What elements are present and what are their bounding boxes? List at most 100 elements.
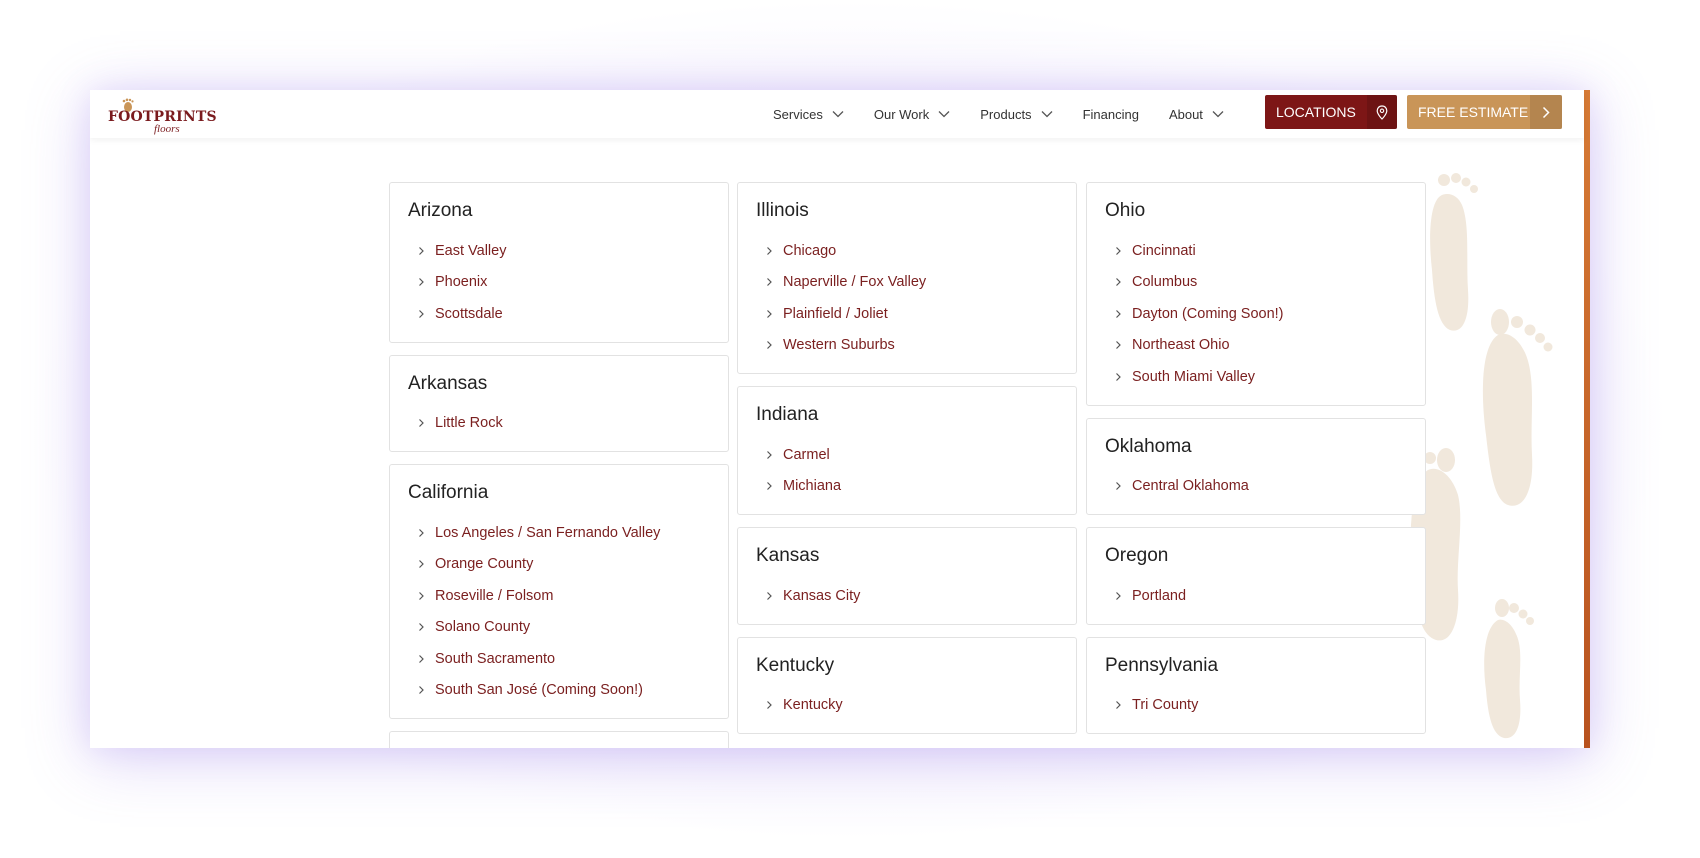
- state-heading: Kansas: [756, 545, 820, 566]
- nav-item-about[interactable]: About: [1169, 107, 1224, 122]
- nav-item-financing[interactable]: Financing: [1083, 107, 1139, 122]
- city-list: Cincinnati Columbus Dayton (Coming Soon!) N…: [1105, 235, 1407, 393]
- city-link-label: Western Suburbs: [783, 337, 895, 354]
- nav-item-products[interactable]: Products: [980, 106, 1053, 122]
- city-link-label: Chicago: [783, 242, 837, 259]
- city-link-label: Plainfield / Joliet: [783, 305, 888, 322]
- city-link[interactable]: Carmel: [756, 439, 1058, 471]
- city-link-label: Central Oklahoma: [1132, 478, 1249, 495]
- nav-item-services[interactable]: Services: [773, 107, 844, 122]
- city-link[interactable]: Roseville / Folsom: [408, 580, 710, 612]
- nav-item-our-work[interactable]: Our Work: [874, 107, 950, 122]
- chevron-right-icon: [419, 560, 424, 569]
- city-link[interactable]: Solano County: [408, 612, 710, 644]
- city-link[interactable]: Orange County: [408, 549, 710, 581]
- free-estimate-button[interactable]: FREE ESTIMATE: [1407, 95, 1562, 129]
- chevron-right-icon: [767, 341, 772, 350]
- state-card: [389, 731, 729, 748]
- main-nav: Services Our Work Products Financing About: [773, 90, 1254, 138]
- city-link[interactable]: South San José (Coming Soon!): [408, 675, 710, 707]
- chevron-right-icon: [419, 591, 424, 600]
- city-link-label: Kansas City: [783, 587, 861, 604]
- nav-item-label: Financing: [1082, 106, 1139, 122]
- locations-button[interactable]: LOCATIONS: [1265, 95, 1397, 129]
- city-link[interactable]: Western Suburbs: [756, 330, 1058, 362]
- state-card: Arkansas Little Rock: [389, 354, 729, 452]
- city-link[interactable]: Los Angeles / San Fernando Valley: [408, 517, 710, 549]
- city-link[interactable]: South Sacramento: [408, 643, 710, 675]
- state-card: Kentucky Kentucky: [737, 636, 1077, 734]
- city-link[interactable]: Little Rock: [408, 408, 710, 440]
- state-card: Oregon Portland: [1086, 527, 1426, 625]
- logo-subtitle: floors: [154, 123, 180, 135]
- state-heading: Arizona: [408, 200, 473, 221]
- city-list: Central Oklahoma: [1105, 471, 1407, 503]
- city-link[interactable]: Tri County: [1105, 690, 1407, 722]
- locations-content: Arizona East Valley Phoenix Scottsdale Arkan…: [90, 138, 1584, 748]
- city-link[interactable]: Chicago: [756, 235, 1058, 267]
- city-link-label: Little Rock: [435, 415, 503, 432]
- city-link-label: Kentucky: [783, 697, 843, 714]
- city-link[interactable]: Kansas City: [756, 580, 1058, 612]
- chevron-right-icon: [1116, 341, 1121, 350]
- city-link[interactable]: Phoenix: [408, 267, 710, 299]
- state-card: Indiana Carmel Michiana: [737, 386, 1077, 515]
- city-list: Little Rock: [408, 408, 710, 440]
- chevron-right-icon: [767, 309, 772, 318]
- state-heading: Illinois: [756, 200, 809, 221]
- city-link[interactable]: East Valley: [408, 235, 710, 267]
- city-link[interactable]: Dayton (Coming Soon!): [1105, 298, 1407, 330]
- scrollbar-track[interactable]: [1584, 90, 1590, 748]
- city-link[interactable]: Northeast Ohio: [1105, 330, 1407, 362]
- city-list: Kansas City: [756, 580, 1058, 612]
- chevron-right-icon: [1116, 246, 1121, 255]
- chevron-right-icon: [1530, 95, 1562, 129]
- city-link-label: Naperville / Fox Valley: [783, 274, 927, 291]
- city-link-label: Orange County: [435, 556, 534, 573]
- city-link[interactable]: Portland: [1105, 580, 1407, 612]
- state-card: Oklahoma Central Oklahoma: [1086, 417, 1426, 515]
- city-link[interactable]: Cincinnati: [1105, 235, 1407, 267]
- city-link[interactable]: Central Oklahoma: [1105, 471, 1407, 503]
- city-link-label: Carmel: [783, 446, 830, 463]
- city-list: Tri County: [1105, 690, 1407, 722]
- chevron-right-icon: [419, 309, 424, 318]
- state-heading: California: [408, 482, 489, 503]
- state-card: California Los Angeles / San Fernando Val…: [389, 464, 729, 719]
- state-card: Kansas Kansas City: [737, 527, 1077, 625]
- chevron-right-icon: [1116, 309, 1121, 318]
- state-heading: Kentucky: [756, 654, 835, 676]
- city-link-label: Northeast Ohio: [1132, 337, 1230, 354]
- chevron-right-icon: [767, 701, 772, 710]
- city-link-label: South San José (Coming Soon!): [435, 682, 643, 699]
- map-pin-icon: [1367, 95, 1397, 129]
- city-link-label: Tri County: [1132, 697, 1199, 714]
- city-link-label: Portland: [1132, 587, 1187, 604]
- nav-item-label: Products: [980, 106, 1032, 122]
- chevron-right-icon: [419, 419, 424, 428]
- locations-column: Arizona East Valley Phoenix Scottsdale Arkan…: [389, 182, 729, 748]
- city-link[interactable]: Plainfield / Joliet: [756, 298, 1058, 330]
- chevron-right-icon: [419, 686, 424, 695]
- chevron-right-icon: [419, 278, 424, 287]
- city-link[interactable]: Scottsdale: [408, 298, 710, 330]
- city-list: East Valley Phoenix Scottsdale: [408, 235, 710, 330]
- locations-column: Ohio Cincinnati Columbus Dayton (Coming Soo…: [1086, 182, 1426, 746]
- chevron-right-icon: [1116, 278, 1121, 287]
- chevron-right-icon: [767, 482, 772, 491]
- city-link[interactable]: South Miami Valley: [1105, 361, 1407, 393]
- city-link[interactable]: Columbus: [1105, 267, 1407, 299]
- city-link[interactable]: Michiana: [756, 471, 1058, 503]
- site-logo[interactable]: FOOTPRINTS floors: [108, 96, 217, 135]
- site-header: FOOTPRINTS floors Services Our Work Produc…: [90, 90, 1584, 138]
- city-link[interactable]: Kentucky: [756, 690, 1058, 722]
- chevron-down-icon: [1041, 111, 1053, 118]
- city-link[interactable]: Naperville / Fox Valley: [756, 267, 1058, 299]
- chevron-down-icon: [938, 111, 950, 118]
- free-estimate-button-label: FREE ESTIMATE: [1418, 104, 1529, 120]
- city-list: Kentucky: [756, 690, 1058, 722]
- chevron-right-icon: [767, 278, 772, 287]
- state-card: Pennsylvania Tri County: [1086, 636, 1426, 734]
- city-list: Chicago Naperville / Fox Valley Plainfield…: [756, 235, 1058, 361]
- city-link-label: South Miami Valley: [1132, 368, 1256, 385]
